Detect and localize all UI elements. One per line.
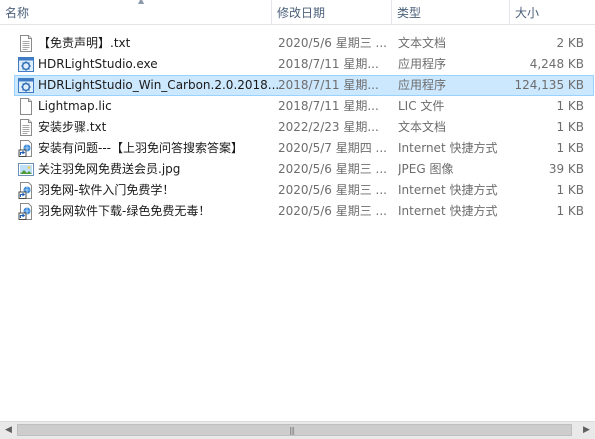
file-date: 2020/5/7 星期四 ...	[278, 141, 387, 155]
file-row[interactable]: Lightmap.lic 2018/7/11 星期... LIC 文件 1 KB	[14, 96, 594, 117]
file-type: JPEG 图像	[398, 162, 454, 176]
column-header-bar: 名称 ▲ 修改日期 类型 大小	[0, 0, 595, 25]
file-date: 2020/5/6 星期三 ...	[278, 183, 387, 197]
file-size: 4,248 KB	[529, 57, 584, 71]
file-size: 1 KB	[556, 204, 584, 218]
file-size: 1 KB	[556, 99, 584, 113]
file-name: HDRLightStudio.exe	[38, 57, 158, 71]
file-date: 2020/5/6 星期三 ...	[278, 162, 387, 176]
column-header-type-label: 类型	[397, 6, 422, 20]
app-icon	[18, 77, 34, 94]
file-row[interactable]: 【免责声明】.txt 2020/5/6 星期三 ... 文本文档 2 KB	[14, 33, 594, 54]
file-date: 2020/5/6 星期三 ...	[278, 204, 387, 218]
file-row[interactable]: HDRLightStudio_Win_Carbon.2.0.2018... 201…	[14, 75, 594, 96]
shortcut-icon	[18, 182, 34, 199]
file-row[interactable]: 羽免网-软件入门免费学！ 2020/5/6 星期三 ... Internet 快捷方…	[14, 180, 594, 201]
column-header-size-label: 大小	[515, 6, 540, 20]
file-date: 2018/7/11 星期...	[278, 57, 379, 71]
shortcut-icon	[18, 140, 34, 157]
shortcut-icon	[18, 203, 34, 220]
file-type: 文本文档	[398, 36, 447, 50]
file-type: Internet 快捷方式	[398, 141, 498, 155]
file-name: 关注羽免网免费送会员.jpg	[38, 162, 181, 176]
text-file-icon	[18, 119, 34, 136]
file-size: 1 KB	[556, 141, 584, 155]
image-file-icon	[18, 161, 34, 178]
file-type: Internet 快捷方式	[398, 204, 498, 218]
file-size: 124,135 KB	[514, 78, 584, 92]
file-type: 应用程序	[398, 57, 447, 71]
grip-icon: |||	[289, 426, 295, 435]
column-header-size[interactable]: 大小	[510, 0, 595, 24]
scroll-left-icon[interactable]: ◀	[0, 422, 17, 439]
file-row[interactable]: HDRLightStudio.exe 2018/7/11 星期... 应用程序 4,2…	[14, 54, 594, 75]
column-header-name-label: 名称	[5, 6, 30, 20]
file-row[interactable]: 关注羽免网免费送会员.jpg 2020/5/6 星期三 ... JPEG 图像 39 …	[14, 159, 594, 180]
file-row[interactable]: 安装有问题---【上羽免问答搜索答案】 2020/5/7 星期四 ... Inter…	[14, 138, 594, 159]
file-name: HDRLightStudio_Win_Carbon.2.0.2018...	[38, 78, 280, 92]
file-size: 2 KB	[556, 36, 584, 50]
column-header-type[interactable]: 类型	[392, 0, 510, 24]
horizontal-scrollbar[interactable]: ◀ ||| ▶	[0, 421, 595, 439]
column-header-date[interactable]: 修改日期	[272, 0, 392, 24]
file-size: 1 KB	[556, 120, 584, 134]
text-file-icon	[18, 35, 34, 52]
scroll-right-icon[interactable]: ▶	[578, 422, 595, 439]
file-type: 文本文档	[398, 120, 447, 134]
sort-ascending-icon: ▲	[138, 0, 145, 5]
file-date: 2020/5/6 星期三 ...	[278, 36, 387, 50]
scrollbar-thumb[interactable]: |||	[17, 424, 572, 436]
column-header-name[interactable]: 名称 ▲	[0, 0, 272, 24]
file-row[interactable]: 安装步骤.txt 2022/2/23 星期... 文本文档 1 KB	[14, 117, 594, 138]
file-row[interactable]: 羽免网软件下载-绿色免费无毒！ 2020/5/6 星期三 ... Internet …	[14, 201, 594, 222]
file-type: 应用程序	[398, 78, 447, 92]
file-name: 安装步骤.txt	[38, 120, 107, 134]
blank-file-icon	[18, 98, 34, 115]
file-name: Lightmap.lic	[38, 99, 112, 113]
file-name: 安装有问题---【上羽免问答搜索答案】	[38, 141, 243, 155]
file-name: 羽免网-软件入门免费学！	[38, 183, 175, 197]
file-name: 【免责声明】.txt	[38, 36, 131, 50]
app-icon	[18, 56, 34, 73]
column-header-date-label: 修改日期	[277, 6, 326, 20]
file-size: 1 KB	[556, 183, 584, 197]
file-name: 羽免网软件下载-绿色免费无毒！	[38, 204, 211, 218]
file-type: LIC 文件	[398, 99, 445, 113]
file-date: 2018/7/11 星期...	[278, 78, 379, 92]
file-size: 39 KB	[548, 162, 584, 176]
file-date: 2018/7/11 星期...	[278, 99, 379, 113]
file-type: Internet 快捷方式	[398, 183, 498, 197]
file-date: 2022/2/23 星期...	[278, 120, 379, 134]
